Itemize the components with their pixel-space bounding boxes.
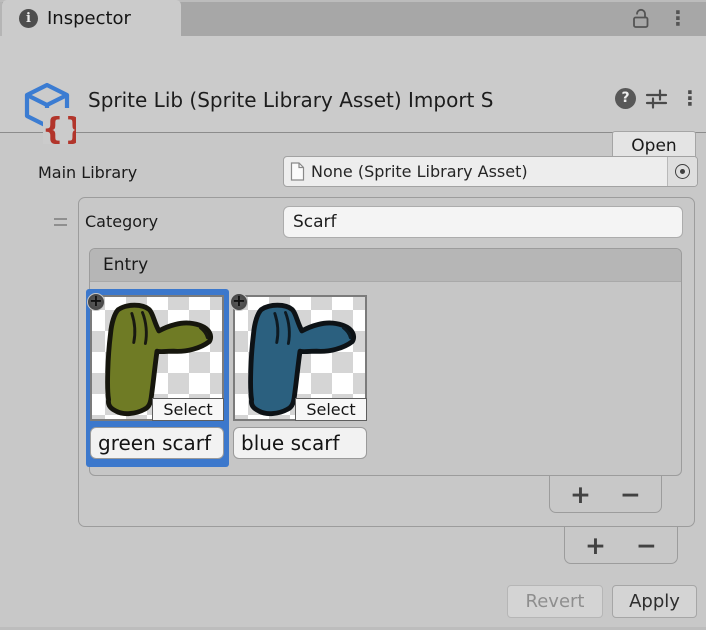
- sprite-library-asset-icon: {}: [22, 82, 76, 144]
- main-library-value: None (Sprite Library Asset): [311, 162, 667, 181]
- tab-inspector[interactable]: i Inspector: [2, 0, 181, 36]
- tab-menu-kebab-icon[interactable]: ⋮: [666, 6, 690, 30]
- add-entry-button[interactable]: +: [570, 478, 591, 511]
- entry-list-header: Entry: [90, 249, 681, 282]
- list-item-blue-scarf[interactable]: + Select: [229, 289, 372, 467]
- apply-button[interactable]: Apply: [612, 585, 697, 618]
- sprite-thumbnail-green[interactable]: + Select: [90, 295, 224, 421]
- object-picker-button[interactable]: [667, 157, 697, 186]
- drag-handle-icon[interactable]: [54, 218, 67, 226]
- category-label: Category: [85, 206, 158, 238]
- entry-name-input[interactable]: [90, 427, 224, 459]
- main-library-label: Main Library: [38, 158, 137, 188]
- entry-list-footer: + −: [549, 476, 662, 513]
- category-name-input[interactable]: [283, 206, 683, 238]
- asset-document-icon: [290, 162, 305, 181]
- info-icon: i: [19, 9, 38, 28]
- tab-inspector-label: Inspector: [47, 8, 131, 29]
- unlock-icon[interactable]: [629, 7, 653, 31]
- select-button[interactable]: Select: [295, 398, 367, 421]
- sprite-thumbnail-blue[interactable]: + Select: [233, 295, 367, 421]
- remove-category-button[interactable]: −: [636, 529, 657, 562]
- header-menu-kebab-icon[interactable]: ⋮: [678, 86, 702, 110]
- list-item-green-scarf[interactable]: + Select: [86, 289, 229, 467]
- entry-name-input[interactable]: [233, 427, 367, 459]
- svg-text:{}: {}: [42, 112, 76, 144]
- select-button[interactable]: Select: [152, 398, 224, 421]
- remove-entry-button[interactable]: −: [620, 478, 641, 511]
- help-icon[interactable]: ?: [615, 88, 636, 109]
- category-list-footer: + −: [564, 527, 678, 564]
- page-title: Sprite Lib (Sprite Library Asset) Import…: [88, 86, 610, 114]
- presets-icon[interactable]: [645, 88, 668, 109]
- revert-button[interactable]: Revert: [507, 585, 603, 618]
- add-sprite-badge-icon: +: [230, 293, 248, 311]
- inspector-tab-bar: i Inspector ⋮: [0, 0, 706, 36]
- main-library-object-field[interactable]: None (Sprite Library Asset): [283, 156, 698, 187]
- add-category-button[interactable]: +: [585, 529, 606, 562]
- add-sprite-badge-icon: +: [87, 293, 105, 311]
- inspector-header: {} Sprite Lib (Sprite Library Asset) Imp…: [0, 36, 706, 133]
- object-picker-icon: [675, 164, 690, 179]
